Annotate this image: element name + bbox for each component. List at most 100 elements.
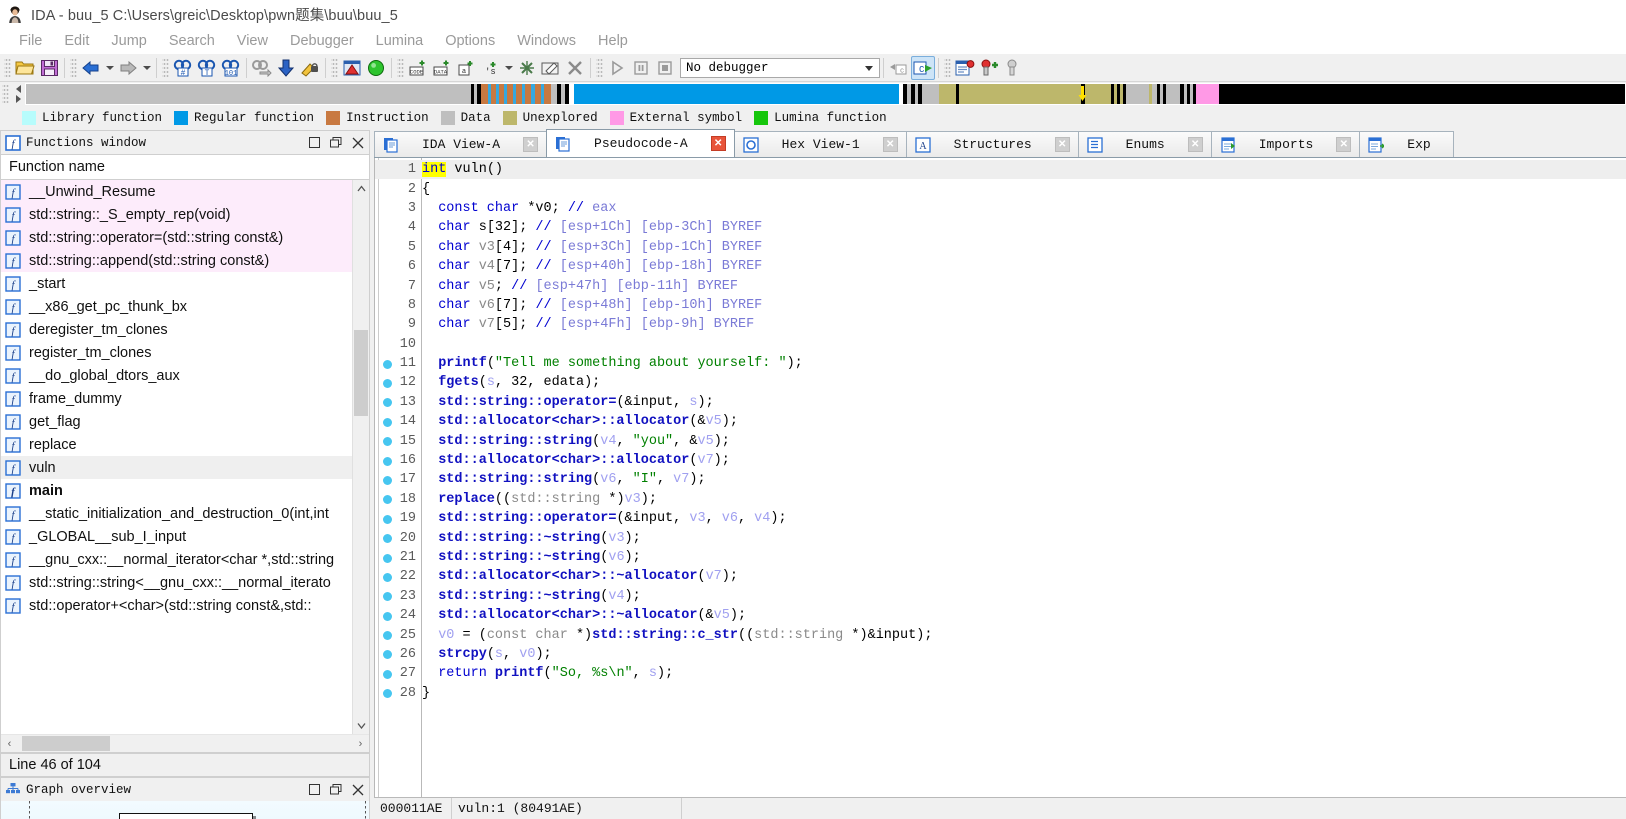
view-tab-pseudocode-a[interactable]: Pseudocode-A ✕	[546, 129, 735, 157]
decompile-button[interactable]: C	[911, 55, 935, 80]
code-line[interactable]: 21 std::string::~string(v6);	[375, 548, 1626, 567]
function-list-item[interactable]: f replace	[1, 433, 352, 456]
make-struct-button[interactable]: 's	[478, 56, 502, 80]
save-button[interactable]	[37, 56, 61, 80]
code-line[interactable]: 27 return printf("So, %s\n", s);	[375, 664, 1626, 683]
menu-item-options[interactable]: Options	[434, 31, 506, 51]
tab-close-icon[interactable]: ✕	[523, 137, 539, 152]
menu-item-help[interactable]: Help	[587, 31, 639, 51]
view-tab-hex-view-1[interactable]: Hex View-1 ✕	[733, 131, 907, 157]
code-line[interactable]: 16 std::allocator<char>::allocator(v7);	[375, 451, 1626, 470]
graph-close-button[interactable]	[347, 780, 369, 800]
function-list-item[interactable]: f get_flag	[1, 410, 352, 433]
graph-restore-button[interactable]	[325, 780, 347, 800]
hscrollbar-thumb[interactable]	[22, 736, 110, 751]
tab-close-icon[interactable]: ✕	[1187, 137, 1203, 152]
code-line[interactable]: 9 char v7[5]; // [esp+4Fh] [ebp-9h] BYRE…	[375, 315, 1626, 334]
code-line[interactable]: 24 std::allocator<char>::~allocator(&v5)…	[375, 606, 1626, 625]
open-file-button[interactable]	[13, 56, 37, 80]
code-line[interactable]: 20 std::string::~string(v3);	[375, 528, 1626, 547]
lumina-key-button[interactable]	[298, 56, 322, 80]
scroll-right-arrow[interactable]: ›	[352, 738, 369, 750]
pause-button[interactable]	[629, 56, 653, 80]
search-text-button[interactable]: T	[195, 56, 219, 80]
stop-button[interactable]	[653, 56, 677, 80]
view-tab-ida-view-a[interactable]: IDA View-A ✕	[374, 131, 548, 157]
code-line[interactable]: 18 replace((std::string *)v3);	[375, 490, 1626, 509]
function-list-item[interactable]: f main	[1, 479, 352, 502]
menu-item-windows[interactable]: Windows	[506, 31, 587, 51]
graph-maximize-button[interactable]	[303, 780, 325, 800]
code-line[interactable]: 14 std::allocator<char>::allocator(&v5);	[375, 412, 1626, 431]
function-list-item[interactable]: f __gnu_cxx::__normal_iterator<char *,std…	[1, 548, 352, 571]
function-list-item[interactable]: f vuln	[1, 456, 352, 479]
code-line[interactable]: 4 char s[32]; // [esp+1Ch] [ebp-3Ch] BYR…	[375, 218, 1626, 237]
code-line[interactable]: 19 std::string::operator=(&input, v3, v6…	[375, 509, 1626, 528]
restore-button[interactable]	[325, 133, 347, 153]
toolbar-grip-status[interactable]	[331, 57, 338, 78]
functions-vertical-scrollbar[interactable]	[352, 180, 369, 734]
navigation-band[interactable]	[25, 83, 1626, 105]
toolbar-grip-make[interactable]	[397, 57, 404, 78]
code-line[interactable]: 2{	[375, 179, 1626, 198]
function-list-item[interactable]: f std::string::string<__gnu_cxx::__normal…	[1, 571, 352, 594]
scroll-left-arrow[interactable]: ‹	[1, 738, 18, 750]
toolbar-grip-bp[interactable]	[944, 57, 951, 78]
navigate-back-button[interactable]	[79, 56, 103, 80]
code-line[interactable]: 7 char v5; // [esp+47h] [ebp-11h] BYREF	[375, 276, 1626, 295]
navigate-back-dropdown[interactable]	[103, 56, 116, 80]
code-line[interactable]: 5 char v3[4]; // [esp+3Ch] [ebp-1Ch] BYR…	[375, 238, 1626, 257]
jump-down-button[interactable]	[274, 56, 298, 80]
step-over-button[interactable]: c	[887, 56, 911, 80]
code-line[interactable]: 15 std::string::string(v4, "you", &v5);	[375, 431, 1626, 450]
functions-column-header[interactable]: Function name	[0, 154, 370, 180]
menu-item-edit[interactable]: Edit	[53, 31, 100, 51]
make-data-button[interactable]: DATA	[430, 56, 454, 80]
warning-button[interactable]	[340, 56, 364, 80]
xrefs-button[interactable]	[953, 56, 977, 80]
code-line[interactable]: 11 printf("Tell me something about yours…	[375, 354, 1626, 373]
run-button[interactable]	[605, 56, 629, 80]
function-list-item[interactable]: f _start	[1, 272, 352, 295]
graph-overview-canvas[interactable]	[0, 801, 370, 819]
code-line[interactable]: 17 std::string::string(v6, "I", v7);	[375, 470, 1626, 489]
code-line[interactable]: 22 std::allocator<char>::~allocator(v7);	[375, 567, 1626, 586]
search-sequence-button[interactable]: 101	[219, 56, 243, 80]
navband-scroll-arrows[interactable]	[11, 83, 25, 105]
code-line[interactable]: 3 const char *v0; // eax	[375, 199, 1626, 218]
function-list-item[interactable]: f __static_initialization_and_destruction…	[1, 502, 352, 525]
view-tab-enums[interactable]: Enums ✕	[1077, 131, 1212, 157]
code-line[interactable]: 28}	[375, 684, 1626, 703]
navband-grip[interactable]	[2, 84, 9, 104]
menu-item-view[interactable]: View	[226, 31, 279, 51]
function-list-item[interactable]: f std::string::append(std::string const&)	[1, 249, 352, 272]
functions-horizontal-scrollbar[interactable]: ‹ ›	[1, 734, 369, 752]
close-button[interactable]	[347, 133, 369, 153]
code-line[interactable]: 6 char v4[7]; // [esp+40h] [ebp-18h] BYR…	[375, 257, 1626, 276]
tab-close-icon[interactable]: ✕	[710, 136, 726, 151]
code-line[interactable]: 1 int vuln()	[375, 160, 1626, 180]
function-list-item[interactable]: f __Unwind_Resume	[1, 180, 352, 203]
navigate-forward-button[interactable]	[116, 56, 140, 80]
code-line[interactable]: 8 char v6[7]; // [esp+48h] [ebp-10h] BYR…	[375, 296, 1626, 315]
toolbar-grip-debug[interactable]	[596, 57, 603, 78]
code-line[interactable]: 23 std::string::~string(v4);	[375, 587, 1626, 606]
pseudocode-code-area[interactable]: 1 int vuln() 2{3 const char *v0; // eax 4 c…	[374, 158, 1626, 797]
view-tab-structures[interactable]: A Structures ✕	[905, 131, 1079, 157]
menu-item-jump[interactable]: Jump	[100, 31, 157, 51]
toolbar-grip[interactable]	[4, 57, 11, 78]
delete-button[interactable]	[563, 56, 587, 80]
function-list-item[interactable]: f __x86_get_pc_thunk_bx	[1, 295, 352, 318]
scroll-up-arrow[interactable]	[353, 180, 369, 197]
undefine-button[interactable]	[515, 56, 539, 80]
view-tab-exp[interactable]: Exp	[1359, 131, 1454, 157]
menu-item-debugger[interactable]: Debugger	[279, 31, 365, 51]
menu-item-file[interactable]: File	[8, 31, 53, 51]
scroll-down-arrow[interactable]	[353, 717, 369, 734]
function-list-item[interactable]: f __do_global_dtors_aux	[1, 364, 352, 387]
functions-list[interactable]: f __Unwind_Resume f std::string::_S_empty_r…	[0, 180, 370, 753]
graph-viewport-box[interactable]	[119, 813, 253, 819]
function-list-item[interactable]: f std::string::operator=(std::string cons…	[1, 226, 352, 249]
tab-close-icon[interactable]: ✕	[1336, 137, 1352, 152]
maximize-button[interactable]	[303, 133, 325, 153]
